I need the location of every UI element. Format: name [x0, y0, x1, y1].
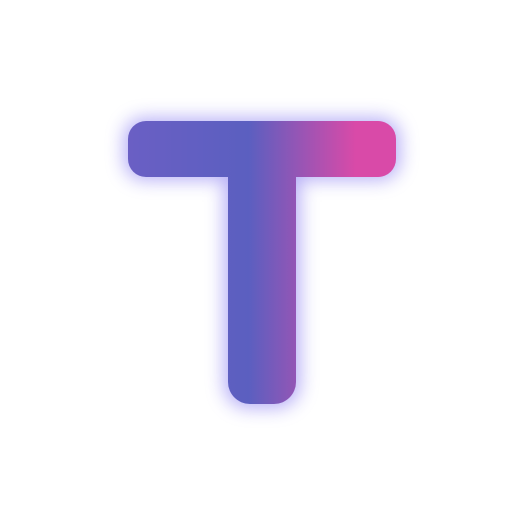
letter-t-logo-icon — [124, 118, 400, 408]
t-stem — [228, 121, 296, 404]
app-icon-canvas — [0, 0, 512, 512]
letter-t-shape — [128, 121, 396, 404]
